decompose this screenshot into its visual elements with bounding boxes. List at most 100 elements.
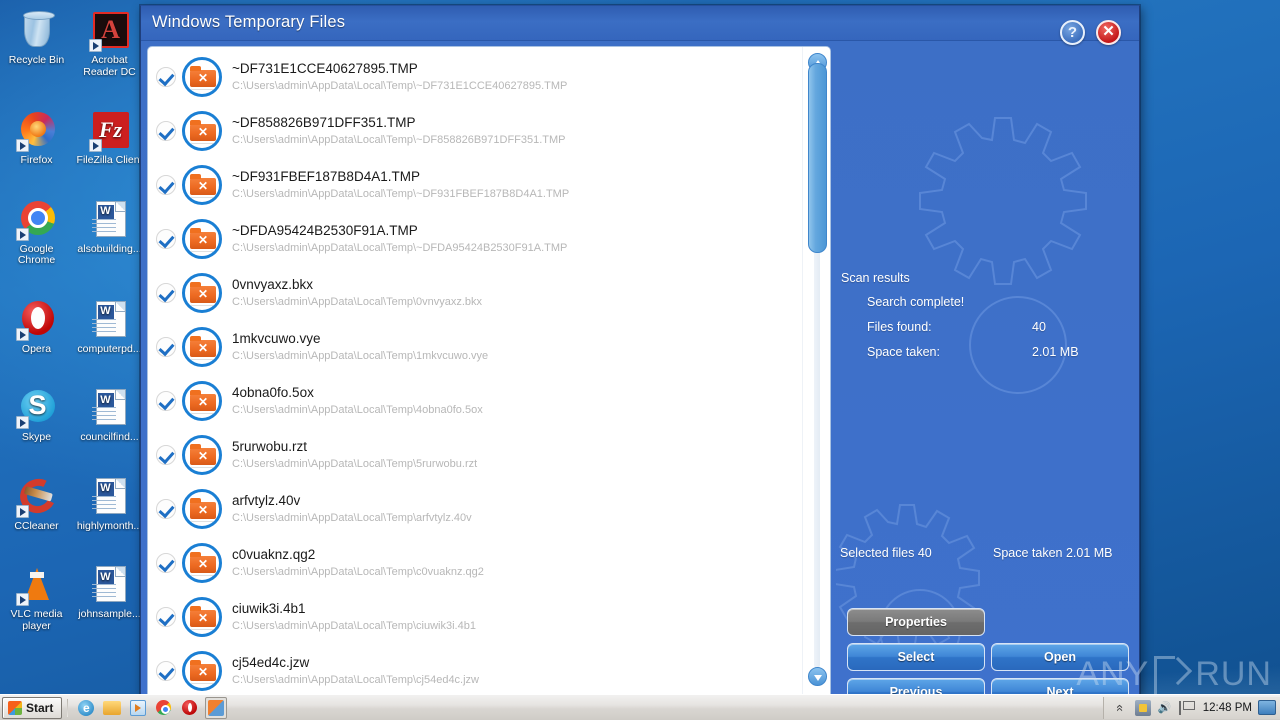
taskbar-explorer-icon[interactable] [101, 697, 123, 719]
file-list-item[interactable]: ~DF858826B971DFF351.TMP C:\Users\admin\Ap… [148, 101, 802, 155]
next-button[interactable]: Next [991, 678, 1129, 695]
file-path: C:\Users\admin\AppData\Local\Temp\~DF931… [232, 188, 570, 200]
file-checkbox-checked-icon[interactable] [156, 337, 176, 357]
open-button[interactable]: Open [991, 643, 1129, 671]
desktop-icon-acrobat-reader-dc[interactable]: Acrobat Reader DC [73, 6, 146, 84]
close-icon[interactable]: ✕ [1096, 20, 1121, 45]
desktop-icon-highlymonth[interactable]: highlymonth... [73, 472, 146, 539]
file-checkbox-checked-icon[interactable] [156, 67, 176, 87]
file-checkbox-checked-icon[interactable] [156, 607, 176, 627]
desktop-icon-filezilla-client[interactable]: FileZilla Client [73, 106, 146, 173]
file-list-scrollbar[interactable] [802, 47, 830, 694]
orange-folder-x-icon [190, 390, 216, 411]
word-document-icon [89, 387, 131, 429]
file-checkbox-checked-icon[interactable] [156, 391, 176, 411]
file-list-item[interactable]: c0vuaknz.qg2 C:\Users\admin\AppData\Local… [148, 533, 802, 587]
opera-icon [15, 299, 58, 341]
desktop-icon-councilfind[interactable]: councilfind... [73, 383, 146, 450]
scan-status-text: Search complete! [867, 295, 965, 309]
help-icon[interactable]: ? [1060, 20, 1085, 45]
file-path: C:\Users\admin\AppData\Local\Temp\cj54ed… [232, 674, 480, 686]
select-button[interactable]: Select [847, 643, 985, 671]
desktop-icon-row: Firefox FileZilla Client [0, 106, 146, 173]
properties-button[interactable]: Properties [847, 608, 985, 636]
desktop-icon-johnsample[interactable]: johnsample... [73, 560, 146, 638]
orange-folder-x-icon [190, 228, 216, 249]
temp-file-icon [182, 327, 222, 367]
desktop-icon-label: FileZilla Client [76, 155, 143, 166]
file-checkbox-checked-icon[interactable] [156, 661, 176, 681]
file-list-item[interactable]: ~DF931FBEF187B8D4A1.TMP C:\Users\admin\Ap… [148, 155, 802, 209]
show-hidden-icons-icon[interactable] [1113, 700, 1129, 716]
desktop-icon-row: CCleaner highlymonth... [0, 472, 146, 539]
window-title-bar[interactable]: Windows Temporary Files ? ✕ [141, 6, 1139, 45]
scrollbar-thumb[interactable] [808, 63, 827, 253]
desktop-icon-alsobuilding[interactable]: alsobuilding... [73, 195, 146, 273]
network-icon[interactable] [1178, 700, 1195, 715]
file-list-item[interactable]: cj54ed4c.jzw C:\Users\admin\AppData\Local… [148, 641, 802, 694]
ccleaner-icon [15, 473, 60, 518]
desktop-icon-vlc-media-player[interactable]: VLC media player [0, 560, 73, 638]
file-checkbox-checked-icon[interactable] [156, 283, 176, 303]
taskbar[interactable]: Start 12:48 PM [0, 694, 1280, 720]
desktop-icon-opera[interactable]: Opera [0, 295, 73, 362]
taskbar-internet-explorer-icon[interactable] [75, 697, 97, 719]
volume-icon[interactable] [1157, 700, 1173, 716]
show-desktop-button[interactable] [1258, 700, 1276, 715]
file-path: C:\Users\admin\AppData\Local\Temp\5rurwo… [232, 458, 478, 470]
close-icon-glyph: ✕ [1102, 23, 1115, 40]
desktop-icon-ccleaner[interactable]: CCleaner [0, 472, 73, 539]
file-list-item[interactable]: ~DFDA95424B2530F91A.TMP C:\Users\admin\Ap… [148, 209, 802, 263]
desktop-icon-row: VLC media player johnsample... [0, 560, 146, 638]
clock[interactable]: 12:48 PM [1203, 702, 1252, 714]
orange-folder-x-icon [190, 660, 216, 681]
file-list-item[interactable]: 1mkvcuwo.vye C:\Users\admin\AppData\Local… [148, 317, 802, 371]
orange-folder-x-icon [190, 66, 216, 87]
temporary-files-window[interactable]: Windows Temporary Files ? ✕ ~DF731E1CCE4… [140, 5, 1140, 697]
desktop-icon-skype[interactable]: Skype [0, 383, 73, 450]
file-checkbox-checked-icon[interactable] [156, 121, 176, 141]
start-button-label: Start [26, 700, 54, 715]
file-list-item[interactable]: 0vnvyaxz.bkx C:\Users\admin\AppData\Local… [148, 263, 802, 317]
file-path: C:\Users\admin\AppData\Local\Temp\c0vuak… [232, 566, 484, 578]
file-checkbox-checked-icon[interactable] [156, 175, 176, 195]
file-checkbox-checked-icon[interactable] [156, 229, 176, 249]
desktop-icon-label: Google Chrome [17, 243, 56, 266]
file-name: cj54ed4c.jzw [232, 655, 310, 670]
file-list-pane[interactable]: ~DF731E1CCE40627895.TMP C:\Users\admin\Ap… [147, 46, 831, 695]
action-center-icon[interactable] [1134, 699, 1151, 716]
file-list-item[interactable]: 4obna0fo.5ox C:\Users\admin\AppData\Local… [148, 371, 802, 425]
desktop-icon-google-chrome[interactable]: Google Chrome [0, 195, 73, 273]
temp-file-icon [182, 111, 222, 151]
document-lines [91, 584, 116, 598]
system-tray[interactable]: 12:48 PM [1102, 696, 1280, 719]
shortcut-arrow-icon [88, 139, 102, 152]
desktop-icon-recycle-bin[interactable]: Recycle Bin [0, 6, 73, 84]
desktop-icon-computerpd[interactable]: computerpd... [73, 295, 146, 362]
scroll-down-icon[interactable] [808, 667, 827, 686]
chrome-icon [156, 699, 172, 715]
taskbar-opera-icon[interactable] [179, 697, 201, 719]
previous-button[interactable]: Previous [847, 678, 985, 695]
file-list-item[interactable]: 5rurwobu.rzt C:\Users\admin\AppData\Local… [148, 425, 802, 479]
file-checkbox-checked-icon[interactable] [156, 499, 176, 519]
folder-icon [103, 700, 122, 715]
desktop[interactable]: Recycle Bin Acrobat Reader DC Firefox FileZ… [0, 0, 1280, 720]
file-list-item[interactable]: arfvtylz.40v C:\Users\admin\AppData\Local… [148, 479, 802, 533]
desktop-icon-firefox[interactable]: Firefox [0, 106, 73, 173]
file-checkbox-checked-icon[interactable] [156, 553, 176, 573]
taskbar-active-app-button[interactable] [205, 696, 228, 719]
file-checkbox-checked-icon[interactable] [156, 445, 176, 465]
orange-folder-x-icon [190, 336, 216, 357]
file-list[interactable]: ~DF731E1CCE40627895.TMP C:\Users\admin\Ap… [148, 47, 802, 694]
temp-files-app-icon [208, 699, 225, 716]
taskbar-chrome-icon[interactable] [153, 697, 175, 719]
file-list-item[interactable]: ciuwik3i.4b1 C:\Users\admin\AppData\Local… [148, 587, 802, 641]
file-name: ~DF731E1CCE40627895.TMP [232, 61, 418, 76]
start-button[interactable]: Start [2, 696, 63, 719]
file-list-item[interactable]: ~DF731E1CCE40627895.TMP C:\Users\admin\Ap… [148, 47, 802, 101]
desktop-icon-label: johnsample... [78, 609, 141, 620]
desktop-icon-row: Recycle Bin Acrobat Reader DC [0, 6, 146, 84]
document-lines [91, 218, 116, 233]
taskbar-media-player-icon[interactable] [127, 697, 149, 719]
